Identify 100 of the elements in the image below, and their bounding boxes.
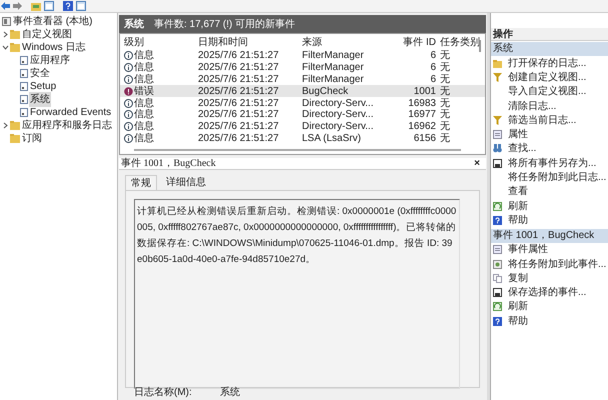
table-row[interactable]: 错误 2025/7/6 21:51:27 BugCheck 1001 无 xyxy=(120,85,485,98)
action-item[interactable]: 复制 xyxy=(508,270,528,286)
action-item[interactable]: 帮助 xyxy=(508,212,528,228)
table-cell-text: Directory-Serv... xyxy=(301,96,374,110)
table-row[interactable]: 信息 2025/7/6 21:51:27 FilterManager 6 无 xyxy=(120,62,485,74)
table-cell-text: 6 xyxy=(429,49,436,63)
back-arrow-icon[interactable] xyxy=(1,2,10,10)
table-cell-text: Directory-Serv... xyxy=(301,108,374,122)
action-item[interactable]: 导入自定义视图... xyxy=(508,84,586,100)
tree-item[interactable]: 自定义视图 xyxy=(21,27,73,42)
task-icon xyxy=(493,260,502,268)
table-cell-text: 1001 xyxy=(412,84,436,99)
table-cell-text: 无 xyxy=(439,73,451,86)
help-icon[interactable] xyxy=(63,1,73,11)
panel-title: 操作 xyxy=(491,28,608,41)
table-cell-text: 16983 xyxy=(407,96,436,110)
table-row[interactable]: 信息 2025/7/6 21:51:27 Directory-Serv... 16962 无 xyxy=(120,120,485,133)
error-icon xyxy=(124,86,133,96)
tree-item[interactable]: 应用程序和服务日志 xyxy=(21,118,113,133)
table-cell-text: 信息 xyxy=(134,132,154,146)
table-cell-text: 6 xyxy=(429,61,436,75)
action-item[interactable]: 刷新 xyxy=(508,299,528,314)
column-header[interactable]: 来源 xyxy=(298,34,390,50)
tree-item[interactable]: 订阅 xyxy=(21,131,43,146)
info-icon xyxy=(124,75,133,84)
log-icon xyxy=(20,108,28,117)
section-header[interactable]: 系统 xyxy=(491,42,608,56)
table-cell-text: 信息 xyxy=(134,48,154,62)
table-row[interactable]: 信息 2025/7/6 21:51:27 Directory-Serv... 16977 无 xyxy=(120,108,485,121)
action-item[interactable]: 事件属性 xyxy=(508,242,548,258)
table-cell-text: 无 xyxy=(439,132,451,146)
table-cell-text: 信息 xyxy=(134,120,154,132)
chevron-down-icon[interactable] xyxy=(2,44,9,51)
table-cell-text: 2025/7/6 21:51:27 xyxy=(197,96,280,110)
action-item[interactable]: 刷新 xyxy=(508,198,528,214)
column-header[interactable]: 事件 ID xyxy=(390,34,436,50)
table-cell-text: 错误 xyxy=(134,84,154,98)
action-item[interactable]: 保存选择的事件... xyxy=(508,285,586,300)
filter-icon xyxy=(493,72,502,82)
action-item[interactable]: 将所有事件另存为... xyxy=(508,156,596,171)
table-cell-text: 16977 xyxy=(407,108,436,122)
info-icon xyxy=(124,63,133,72)
table-row[interactable]: 信息 2025/7/6 21:51:27 FilterManager 6 无 xyxy=(120,74,485,86)
action-item[interactable]: 将任务附加到此事件... xyxy=(508,256,606,272)
close-button[interactable]: × xyxy=(474,156,484,171)
action-item[interactable]: 帮助 xyxy=(508,314,528,329)
table-cell-text: 信息 xyxy=(134,60,154,74)
binoculars-icon xyxy=(493,144,502,154)
action-item[interactable]: 查看 xyxy=(508,184,528,200)
column-header[interactable]: 级别 xyxy=(120,34,194,50)
chevron-right-icon[interactable] xyxy=(2,122,9,129)
event-detail-title: 事件 1001，BugCheck xyxy=(121,156,216,171)
table-cell-text: 2025/7/6 21:51:27 xyxy=(197,108,280,122)
table-row[interactable]: 信息 2025/7/6 21:51:27 LSA (LsaSrv) 6156 无 xyxy=(120,132,485,144)
action-item[interactable]: 打开保存的日志... xyxy=(508,56,586,71)
tab[interactable]: 详细信息 xyxy=(161,175,211,190)
table-cell-text: 信息 xyxy=(134,96,154,109)
tree-item[interactable]: Windows 日志 xyxy=(21,40,86,55)
horizontal-scrollbar[interactable] xyxy=(134,149,461,151)
tree-item[interactable]: 应用程序 xyxy=(29,53,71,68)
action-item[interactable]: 属性 xyxy=(508,127,528,142)
action-item[interactable]: 将任务附加到此日志... xyxy=(508,170,606,186)
table-cell-text: FilterManager xyxy=(301,61,365,74)
table-cell-text: LSA (LsaSrv) xyxy=(301,132,362,146)
panel-icon[interactable] xyxy=(44,1,54,11)
table-cell-text: 无 xyxy=(439,84,451,98)
properties-icon xyxy=(493,130,502,140)
table-row[interactable]: 信息 2025/7/6 21:51:27 Directory-Serv... 16983 无 xyxy=(120,97,485,109)
log-title: 系统 xyxy=(124,18,144,32)
table-cell-text: 6156 xyxy=(412,132,436,146)
action-item[interactable]: 查找... xyxy=(508,141,536,156)
column-header[interactable]: 日期和时间 xyxy=(194,34,298,50)
section-header[interactable]: 事件 1001，BugCheck xyxy=(491,228,608,243)
table-cell-text: Directory-Serv... xyxy=(301,120,374,134)
copy-icon xyxy=(493,274,502,283)
tree-item[interactable]: Forwarded Events xyxy=(29,105,112,120)
table-cell-text: 2025/7/6 21:51:27 xyxy=(197,73,280,86)
table-cell-text: 2025/7/6 21:51:27 xyxy=(197,132,280,146)
vertical-scrollbar[interactable] xyxy=(479,40,481,52)
field-value: 系统 xyxy=(220,388,240,398)
table-cell-text: BugCheck xyxy=(301,84,350,98)
action-item[interactable]: 筛选当前日志... xyxy=(508,112,576,128)
log-icon xyxy=(20,69,28,78)
chevron-right-icon[interactable] xyxy=(2,31,9,38)
table-row[interactable]: 信息 2025/7/6 21:51:27 FilterManager 6 无 xyxy=(120,50,485,62)
info-icon xyxy=(124,110,133,120)
table-cell-text: 无 xyxy=(439,120,451,133)
table-cell-text: FilterManager xyxy=(301,49,365,62)
tab[interactable]: 常规 xyxy=(125,175,157,190)
table-cell-text: 16962 xyxy=(407,120,436,134)
panel-icon[interactable] xyxy=(76,1,86,11)
log-icon xyxy=(20,82,28,91)
tree-item[interactable]: 系统 xyxy=(29,92,51,107)
tree-item[interactable]: Setup xyxy=(29,79,58,94)
forward-arrow-icon[interactable] xyxy=(13,2,22,10)
action-item[interactable]: 创建自定义视图... xyxy=(508,70,586,85)
properties-icon xyxy=(493,245,502,254)
action-item[interactable]: 清除日志... xyxy=(508,98,556,114)
tree-item[interactable]: 事件查看器 (本地) xyxy=(12,14,94,29)
tree-item[interactable]: 安全 xyxy=(29,66,51,81)
